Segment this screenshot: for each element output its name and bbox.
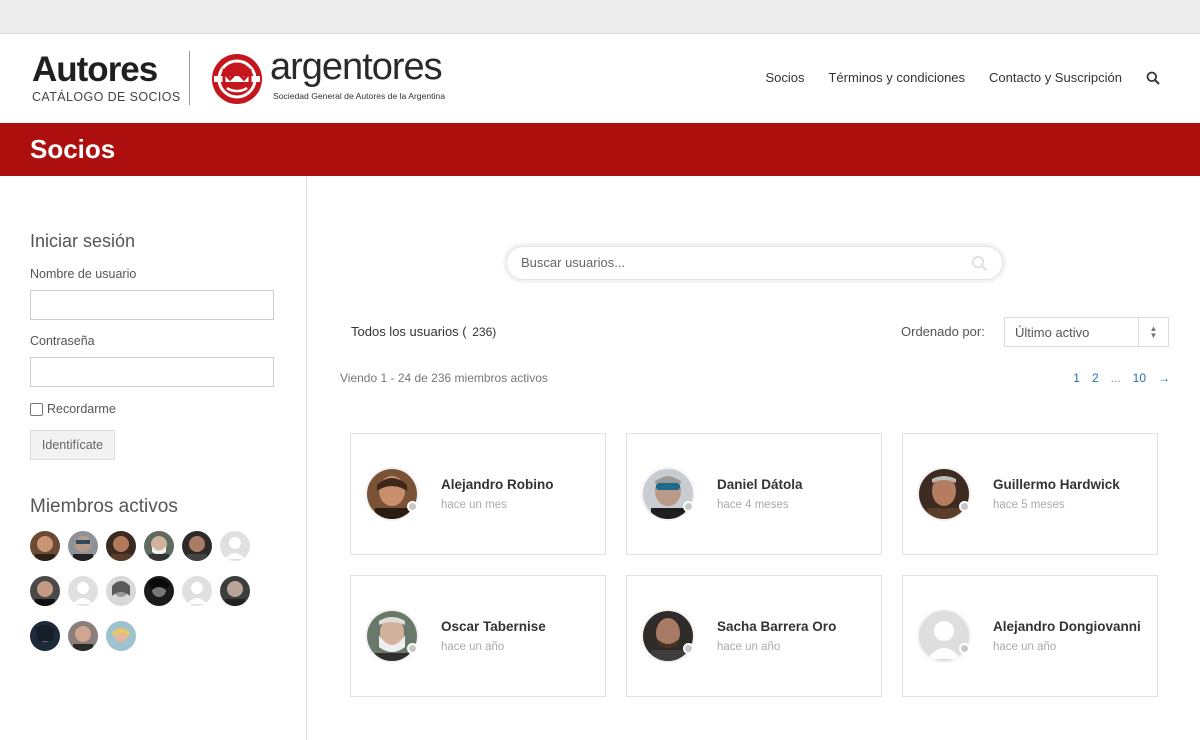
sidebar: Iniciar sesión Nombre de usuario Contras… xyxy=(0,176,307,740)
active-member-avatar[interactable] xyxy=(106,531,136,561)
member-avatar-placeholder[interactable] xyxy=(917,609,971,663)
member-card[interactable]: Oscar Tabernise hace un año xyxy=(350,575,606,697)
status-dot xyxy=(407,643,418,654)
member-avatar[interactable] xyxy=(641,609,695,663)
password-input[interactable] xyxy=(30,357,274,387)
tab-all-users-label: Todos los usuarios ( xyxy=(351,324,467,339)
active-member-avatar[interactable] xyxy=(182,531,212,561)
site-header: Autores CATÁLOGO DE SOCIOS argentores So… xyxy=(0,34,1200,123)
active-member-avatar[interactable] xyxy=(106,621,136,651)
nav-contacto[interactable]: Contacto y Suscripción xyxy=(989,70,1122,85)
active-member-avatar[interactable] xyxy=(144,531,174,561)
page-title-bar: Socios xyxy=(0,123,1200,176)
member-last-active: hace un año xyxy=(441,641,505,653)
member-card[interactable]: Daniel Dátola hace 4 meses xyxy=(626,433,882,555)
member-card[interactable]: Sacha Barrera Oro hace un año xyxy=(626,575,882,697)
member-name[interactable]: Alejandro Dongiovanni xyxy=(993,619,1141,634)
active-member-avatar[interactable] xyxy=(144,576,174,606)
page-ellipsis: ... xyxy=(1110,371,1121,385)
member-last-active: hace un año xyxy=(993,641,1057,653)
active-member-avatar[interactable] xyxy=(30,621,60,651)
member-name[interactable]: Oscar Tabernise xyxy=(441,619,546,634)
login-button[interactable]: Identifícate xyxy=(30,430,115,460)
member-card[interactable]: Alejandro Robino hace un mes xyxy=(350,433,606,555)
active-member-avatar[interactable] xyxy=(220,576,250,606)
username-input[interactable] xyxy=(30,290,274,320)
page-link-10[interactable]: 10 xyxy=(1133,371,1146,385)
order-by-label: Ordenado por: xyxy=(901,324,985,339)
member-last-active: hace 5 meses xyxy=(993,499,1065,511)
page-title: Socios xyxy=(30,134,116,164)
page-link-2[interactable]: 2 xyxy=(1092,371,1099,385)
remember-me[interactable]: Recordarme xyxy=(30,402,116,416)
active-member-avatar[interactable] xyxy=(30,531,60,561)
member-search[interactable] xyxy=(506,246,1003,280)
remember-checkbox[interactable] xyxy=(30,402,43,416)
member-name[interactable]: Alejandro Robino xyxy=(441,477,554,492)
pagination: 1 2 ... 10 → xyxy=(1061,371,1170,385)
members-directory: Todos los usuarios ( 236) Ordenado por: … xyxy=(308,176,1200,740)
member-last-active: hace 4 meses xyxy=(717,499,789,511)
nav-socios[interactable]: Socios xyxy=(765,70,804,85)
member-last-active: hace un año xyxy=(717,641,781,653)
search-icon[interactable] xyxy=(1146,71,1160,85)
results-count-text: Viendo 1 - 24 de 236 miembros activos xyxy=(340,371,548,385)
browser-top-strip xyxy=(0,0,1200,34)
autores-logo-word: Autores xyxy=(32,50,158,89)
order-by-select[interactable]: Último activo ▲ ▼ xyxy=(1004,317,1169,347)
member-avatar[interactable] xyxy=(365,467,419,521)
order-by-value: Último activo xyxy=(1015,325,1090,340)
active-member-avatar[interactable] xyxy=(68,621,98,651)
active-member-avatar-placeholder[interactable] xyxy=(220,531,250,561)
next-page-arrow-icon[interactable]: → xyxy=(1158,371,1170,385)
member-card[interactable]: Alejandro Dongiovanni hace un año xyxy=(902,575,1158,697)
main-nav: Socios Términos y condiciones Contacto y… xyxy=(741,70,1160,85)
active-member-avatar-placeholder[interactable] xyxy=(68,576,98,606)
member-avatar[interactable] xyxy=(641,467,695,521)
argentores-emblem-icon xyxy=(212,54,262,104)
tab-all-users[interactable]: Todos los usuarios ( 236) xyxy=(351,324,496,339)
nav-terminos[interactable]: Términos y condiciones xyxy=(828,70,965,85)
login-heading: Iniciar sesión xyxy=(30,231,136,251)
tab-all-users-count: 236) xyxy=(472,325,497,339)
status-dot xyxy=(407,501,418,512)
member-last-active: hace un mes xyxy=(441,499,507,511)
page-link-1[interactable]: 1 xyxy=(1073,371,1080,385)
select-arrows-icon: ▲ ▼ xyxy=(1138,318,1168,346)
active-member-avatar-placeholder[interactable] xyxy=(182,576,212,606)
member-name[interactable]: Guillermo Hardwick xyxy=(993,477,1120,492)
status-dot xyxy=(959,643,970,654)
member-name[interactable]: Sacha Barrera Oro xyxy=(717,619,836,634)
member-card[interactable]: Guillermo Hardwick hace 5 meses xyxy=(902,433,1158,555)
search-icon[interactable] xyxy=(971,255,988,272)
status-dot xyxy=(683,643,694,654)
active-member-avatar[interactable] xyxy=(68,531,98,561)
member-avatar[interactable] xyxy=(365,609,419,663)
username-label: Nombre de usuario xyxy=(30,267,137,281)
search-input[interactable] xyxy=(521,255,941,270)
remember-label: Recordarme xyxy=(47,402,116,416)
active-member-avatar[interactable] xyxy=(30,576,60,606)
member-name[interactable]: Daniel Dátola xyxy=(717,477,803,492)
member-avatar[interactable] xyxy=(917,467,971,521)
status-dot xyxy=(683,501,694,512)
active-members-heading: Miembros activos xyxy=(30,496,178,517)
argentores-logo-word: argentores xyxy=(270,46,443,88)
argentores-logo-tagline: Sociedad General de Autores de la Argent… xyxy=(273,91,445,101)
status-dot xyxy=(959,501,970,512)
active-member-avatar[interactable] xyxy=(106,576,136,606)
autores-logo[interactable]: Autores CATÁLOGO DE SOCIOS xyxy=(32,50,181,104)
logo-divider xyxy=(189,51,190,105)
autores-logo-subtitle: CATÁLOGO DE SOCIOS xyxy=(32,90,181,104)
password-label: Contraseña xyxy=(30,334,95,348)
